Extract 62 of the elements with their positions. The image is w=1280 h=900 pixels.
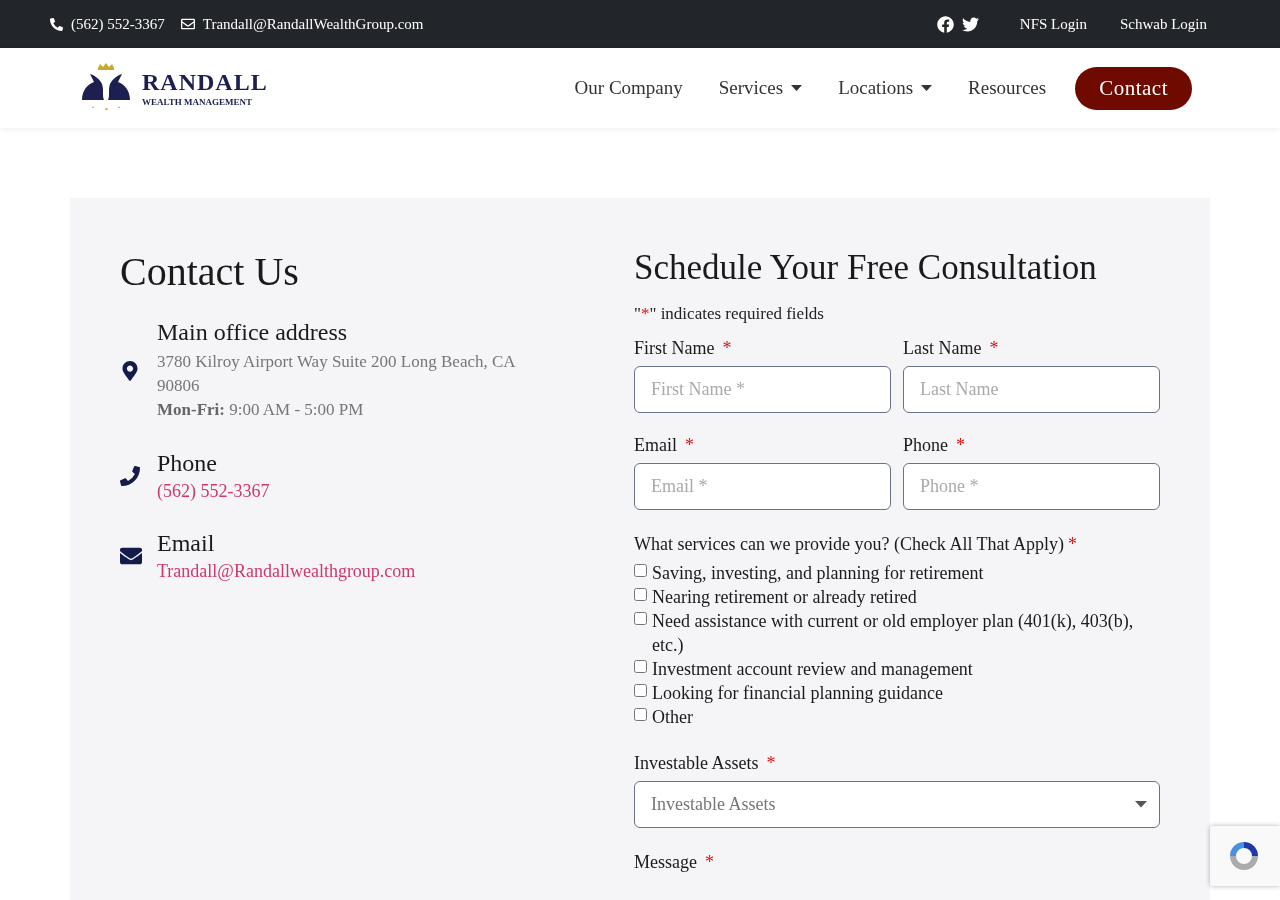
service-checkbox[interactable] bbox=[634, 708, 647, 721]
field-label: Message bbox=[634, 852, 697, 872]
required-asterisk: * bbox=[956, 435, 965, 455]
field-label: Investable Assets bbox=[634, 753, 759, 773]
location-pin-icon bbox=[120, 360, 140, 381]
contact-text: Mon-Fri: 9:00 AM - 5:00 PM bbox=[157, 399, 365, 421]
contact-title: Contact Us bbox=[120, 248, 300, 295]
checkbox-label: Investment account review and management bbox=[652, 658, 973, 681]
required-asterisk: * bbox=[685, 435, 694, 455]
required-asterisk: * bbox=[705, 852, 714, 872]
phone-icon bbox=[50, 17, 63, 31]
caret-icon bbox=[1135, 801, 1147, 808]
nav-link[interactable]: Services bbox=[718, 77, 803, 99]
required-asterisk: * bbox=[989, 338, 999, 358]
contact-link[interactable]: Trandall@Randallwealthgroup.com bbox=[157, 561, 416, 581]
caret-icon bbox=[791, 84, 803, 91]
envelope-icon bbox=[120, 545, 142, 567]
contact-heading: Email bbox=[157, 530, 216, 557]
service-checkbox[interactable] bbox=[634, 564, 647, 577]
top-phone[interactable]: (562) 552-3367 bbox=[71, 15, 165, 33]
checkbox-label: Other bbox=[652, 706, 693, 729]
input-field[interactable]: Email * bbox=[634, 463, 891, 510]
input-field[interactable]: First Name * bbox=[634, 366, 891, 413]
services-question: What services can we provide you? (Check All That Apply) bbox=[634, 534, 1065, 554]
nav-link[interactable]: Our Company bbox=[574, 77, 683, 99]
required-asterisk: * bbox=[722, 338, 732, 358]
facebook-icon[interactable] bbox=[936, 15, 954, 33]
login-link[interactable]: NFS Login bbox=[1019, 15, 1087, 33]
assets-select[interactable]: Investable Assets bbox=[634, 781, 1160, 828]
contact-heading: Main office address bbox=[157, 319, 349, 346]
logo-tagline: WEALTH MANAGEMENT bbox=[142, 96, 253, 107]
field-label: Email bbox=[634, 435, 677, 455]
form-title: Schedule Your Free Consultation bbox=[634, 248, 1098, 288]
nav-link[interactable]: Resources bbox=[968, 77, 1047, 99]
required-asterisk: * bbox=[766, 753, 776, 773]
nav-link[interactable]: Locations bbox=[838, 77, 933, 99]
phone-icon bbox=[120, 466, 140, 486]
checkbox-label: Looking for financial planning guidance bbox=[652, 682, 943, 705]
contact-button[interactable]: Contact bbox=[1075, 66, 1192, 110]
field-label: Phone bbox=[903, 435, 948, 455]
contact-text: 3780 Kilroy Airport Way Suite 200 Long Beach, CA 90806 bbox=[157, 351, 517, 397]
checkbox-label: Nearing retirement or already retired bbox=[652, 586, 917, 609]
twitter-icon[interactable] bbox=[961, 15, 979, 33]
service-checkbox[interactable] bbox=[634, 612, 647, 625]
required-asterisk: * bbox=[1068, 534, 1078, 554]
required-note: "*" indicates required fields bbox=[634, 304, 825, 324]
envelope-icon bbox=[180, 17, 195, 31]
input-field[interactable]: Phone * bbox=[903, 463, 1160, 510]
field-label: Last Name bbox=[903, 338, 982, 358]
service-checkbox[interactable] bbox=[634, 684, 647, 697]
service-checkbox[interactable] bbox=[634, 588, 647, 601]
field-label: First Name bbox=[634, 338, 715, 358]
contact-heading: Phone bbox=[157, 450, 218, 477]
checkbox-label: Need assistance with current or old employer plan (401(k), 403(b), etc.) bbox=[652, 610, 1135, 657]
input-field[interactable]: Last Name bbox=[903, 366, 1160, 413]
checkbox-label: Saving, investing, and planning for retirement bbox=[652, 562, 984, 585]
contact-link[interactable]: (562) 552-3367 bbox=[157, 481, 270, 501]
caret-icon bbox=[921, 84, 933, 91]
service-checkbox[interactable] bbox=[634, 660, 647, 673]
top-email[interactable]: Trandall@RandallWealthGroup.com bbox=[202, 15, 424, 33]
login-link[interactable]: Schwab Login bbox=[1119, 15, 1207, 33]
logo-name: RANDALL bbox=[142, 69, 268, 94]
